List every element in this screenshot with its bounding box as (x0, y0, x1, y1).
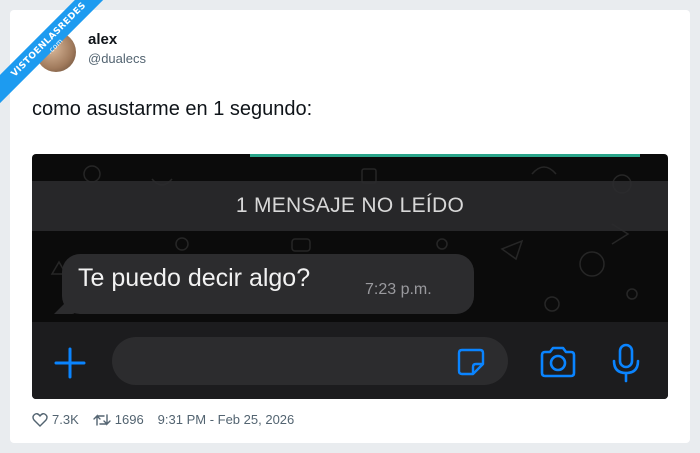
watermark-line1: VISTOENLASREDES (9, 0, 89, 80)
retweet-icon (93, 413, 111, 426)
heart-icon (32, 413, 48, 427)
tweet-timestamp[interactable]: 9:31 PM - Feb 25, 2026 (158, 412, 295, 427)
watermark-line2: .com (46, 37, 65, 56)
likes-stat[interactable]: 7.3K (32, 412, 79, 427)
sticker-icon[interactable] (456, 347, 486, 377)
plus-icon[interactable] (52, 345, 88, 381)
watermark-ribbon: VISTOENLASREDES .com (0, 0, 110, 110)
watermark-text: VISTOENLASREDES .com (0, 0, 110, 110)
message-input[interactable] (112, 337, 508, 385)
likes-count: 7.3K (52, 412, 79, 427)
retweets-count: 1696 (114, 412, 144, 427)
retweets-stat[interactable]: 1696 (93, 412, 144, 427)
message-text: Te puedo decir algo? (78, 264, 311, 292)
top-accent-bar (250, 154, 640, 157)
chat-screenshot[interactable]: 1 MENSAJE NO LEÍDO Te puedo decir algo? … (32, 154, 668, 399)
camera-icon[interactable] (538, 345, 578, 379)
tweet-card: alex @dualecs como asustarme en 1 segund… (10, 10, 690, 443)
unread-banner: 1 MENSAJE NO LEÍDO (32, 181, 668, 231)
message-time: 7:23 p.m. (365, 281, 432, 298)
tweet-meta: 7.3K 1696 9:31 PM - Feb 25, 2026 (32, 412, 308, 427)
microphone-icon[interactable] (610, 342, 642, 384)
